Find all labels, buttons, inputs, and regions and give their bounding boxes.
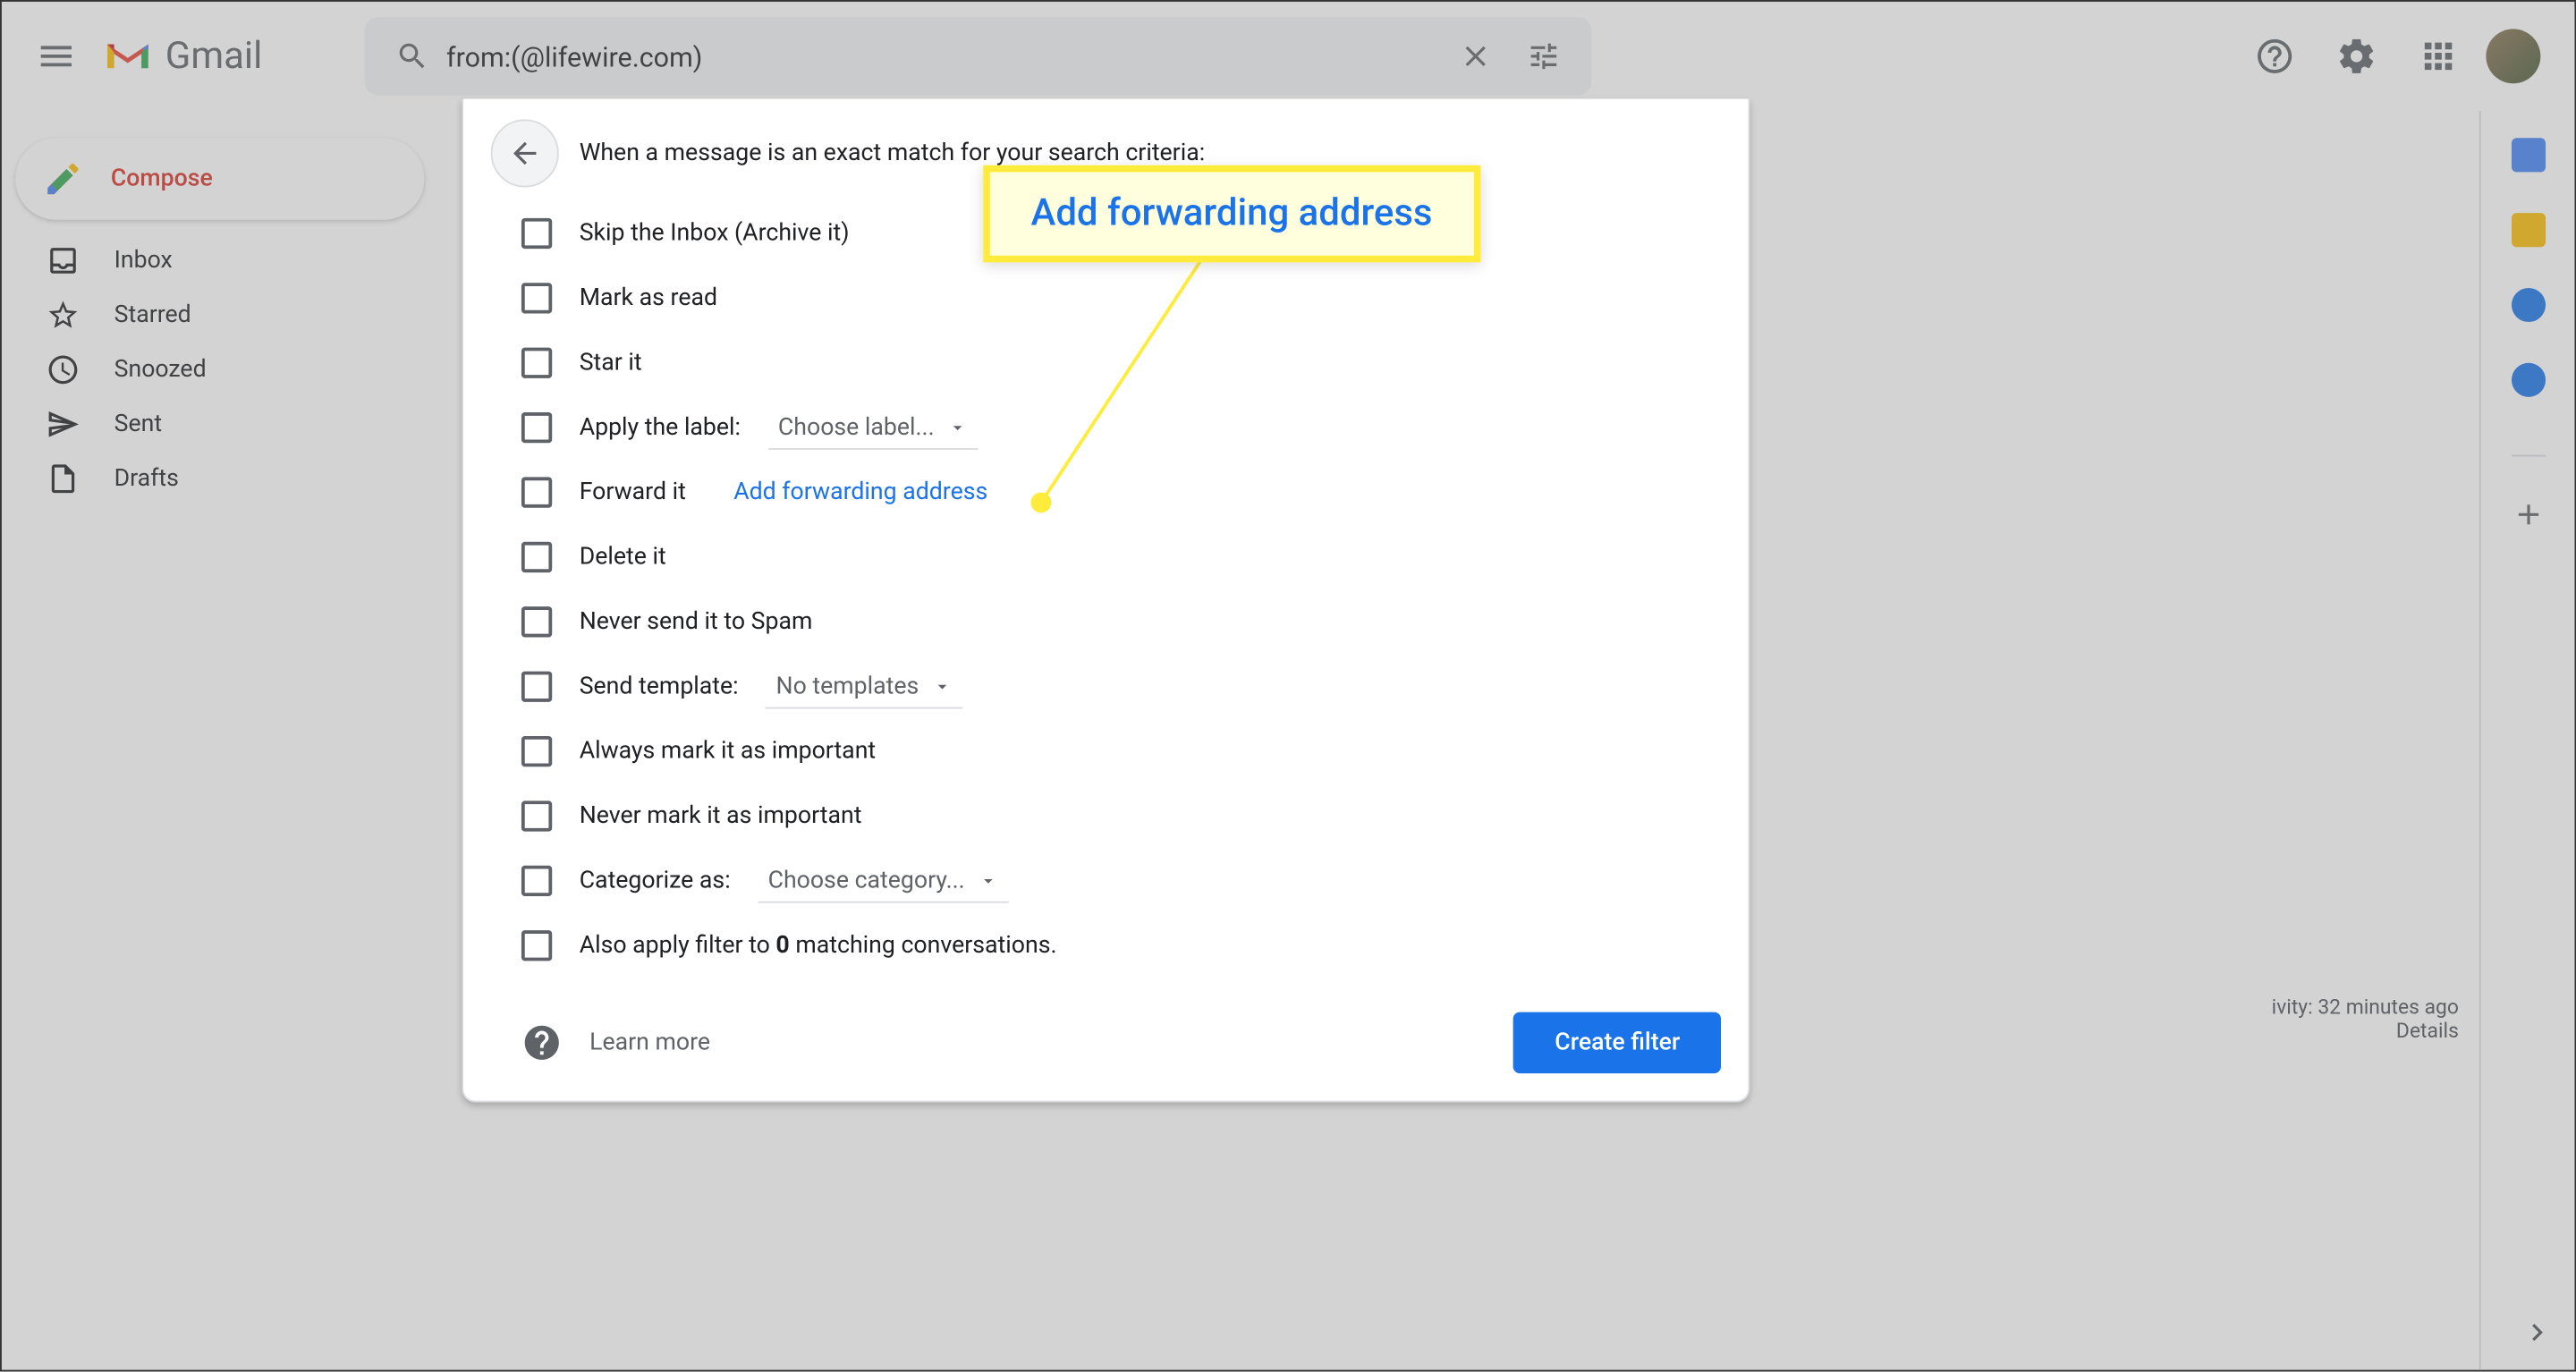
- help-icon: [2254, 36, 2295, 77]
- checkbox[interactable]: [521, 218, 552, 249]
- checkbox[interactable]: [521, 348, 552, 378]
- file-icon: [46, 462, 80, 495]
- panel-title: When a message is an exact match for you…: [580, 140, 1205, 166]
- compose-label: Compose: [111, 165, 213, 192]
- support-button[interactable]: [2241, 22, 2309, 90]
- category-dropdown[interactable]: Choose category...: [758, 860, 1009, 902]
- filter-row-never-spam[interactable]: Never send it to Spam: [491, 589, 1721, 654]
- sidebar-item-starred[interactable]: Starred: [2, 288, 424, 343]
- star-icon: [46, 298, 80, 332]
- activity-status: ivity: 32 minutes ago Details: [2272, 995, 2459, 1043]
- filter-row-categorize[interactable]: Categorize as:Choose category...: [491, 849, 1721, 913]
- settings-button[interactable]: [2323, 22, 2391, 90]
- checkbox[interactable]: [521, 283, 552, 313]
- annotation-callout: Add forwarding address: [983, 165, 1480, 263]
- search-bar[interactable]: [365, 17, 1592, 96]
- clear-search-button[interactable]: [1442, 39, 1510, 73]
- learn-more-link[interactable]: Learn more: [521, 1022, 710, 1063]
- inbox-icon: [46, 243, 80, 277]
- apps-icon: [2418, 36, 2459, 77]
- checkbox[interactable]: [521, 800, 552, 831]
- send-icon: [46, 407, 80, 441]
- chevron-down-icon: [933, 675, 953, 696]
- calendar-icon[interactable]: [2511, 138, 2545, 172]
- checkbox[interactable]: [521, 412, 552, 443]
- filter-row-delete-it[interactable]: Delete it: [491, 525, 1721, 589]
- compose-button[interactable]: Compose: [15, 138, 424, 219]
- details-link[interactable]: Details: [2272, 1019, 2459, 1043]
- menu-button[interactable]: [15, 15, 97, 97]
- annotation-line: [1024, 258, 1246, 513]
- gear-icon: [2336, 36, 2377, 77]
- side-panel-expand-button[interactable]: [2520, 1316, 2554, 1350]
- label-dropdown[interactable]: Choose label...: [768, 406, 979, 449]
- apps-button[interactable]: [2404, 22, 2472, 90]
- search-icon: [378, 39, 446, 73]
- filter-row-send-template[interactable]: Send template:No templates: [491, 655, 1721, 719]
- filter-row-always-important[interactable]: Always mark it as important: [491, 719, 1721, 783]
- filter-row-also-apply[interactable]: Also apply filter to 0 matching conversa…: [491, 913, 1721, 978]
- compose-icon: [43, 158, 84, 199]
- sidebar-item-inbox[interactable]: Inbox: [2, 233, 424, 288]
- sidebar-item-sent[interactable]: Sent: [2, 397, 424, 452]
- template-dropdown[interactable]: No templates: [766, 665, 963, 708]
- checkbox[interactable]: [521, 930, 552, 961]
- back-button[interactable]: [491, 119, 559, 187]
- arrow-left-icon: [508, 136, 542, 170]
- sidebar-item-snoozed[interactable]: Snoozed: [2, 343, 424, 397]
- contacts-icon[interactable]: [2511, 363, 2545, 397]
- annotation-dot: [1031, 493, 1052, 513]
- create-filter-button[interactable]: Create filter: [1514, 1012, 1721, 1074]
- product-name: Gmail: [165, 35, 262, 78]
- account-avatar[interactable]: [2486, 29, 2540, 83]
- checkbox[interactable]: [521, 866, 552, 896]
- tasks-icon[interactable]: [2511, 288, 2545, 322]
- chevron-right-icon: [2520, 1316, 2554, 1350]
- checkbox[interactable]: [521, 606, 552, 637]
- close-icon: [1459, 39, 1493, 73]
- gmail-logo[interactable]: Gmail: [104, 35, 262, 78]
- clock-icon: [46, 352, 80, 386]
- tune-icon: [1527, 39, 1561, 73]
- checkbox[interactable]: [521, 672, 552, 702]
- keep-icon[interactable]: [2511, 213, 2545, 247]
- filter-row-never-important[interactable]: Never mark it as important: [491, 783, 1721, 848]
- chevron-down-icon: [979, 870, 999, 891]
- help-icon: [521, 1022, 563, 1063]
- side-panel: [2479, 111, 2575, 1370]
- checkbox[interactable]: [521, 477, 552, 507]
- add-forwarding-address-link[interactable]: Add forwarding address: [733, 479, 987, 505]
- plus-icon[interactable]: [2511, 497, 2545, 531]
- search-input[interactable]: [446, 40, 1442, 72]
- checkbox[interactable]: [521, 736, 552, 766]
- chevron-down-icon: [948, 417, 969, 437]
- hamburger-icon: [36, 36, 77, 77]
- search-options-button[interactable]: [1510, 39, 1578, 73]
- sidebar-item-drafts[interactable]: Drafts: [2, 452, 424, 506]
- gmail-icon: [104, 38, 151, 75]
- checkbox[interactable]: [521, 542, 552, 572]
